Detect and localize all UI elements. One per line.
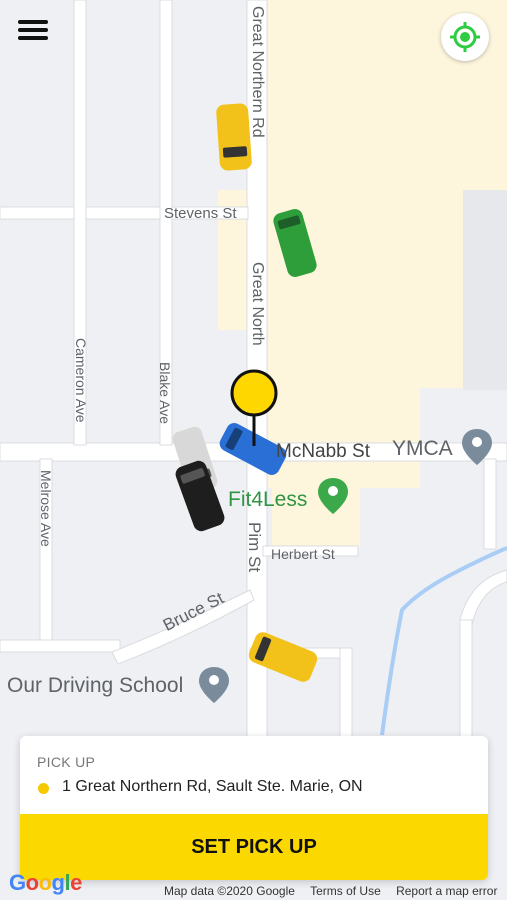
pickup-label: PICK UP	[37, 754, 96, 770]
car-yellow-1	[216, 103, 252, 171]
crosshair-icon	[450, 22, 480, 52]
street-label: Great North	[249, 262, 266, 346]
terms-link[interactable]: Terms of Use	[310, 884, 381, 898]
street-label: McNabb St	[276, 441, 370, 462]
menu-bar	[18, 28, 48, 32]
pickup-address[interactable]: 1 Great Northern Rd, Sault Ste. Marie, O…	[62, 778, 363, 796]
pickup-card: PICK UP 1 Great Northern Rd, Sault Ste. …	[20, 736, 488, 880]
street-label: Blake Ave	[157, 362, 173, 425]
street-label: Pim St	[245, 522, 264, 573]
map-block	[463, 190, 507, 390]
report-error-link[interactable]: Report a map error	[396, 884, 497, 898]
hamburger-icon[interactable]	[18, 16, 54, 46]
google-logo: Google	[9, 870, 82, 895]
street-label: Herbert St	[271, 546, 335, 562]
map-data-text: Map data ©2020 Google	[164, 884, 295, 898]
map-attribution: Map data ©2020 Google Terms of Use Repor…	[164, 884, 507, 898]
locate-me-button[interactable]	[441, 13, 489, 61]
menu-bar	[18, 36, 48, 40]
street-label: Cameron Ave	[73, 338, 89, 423]
street-label: Great Northern Rd	[249, 6, 266, 138]
street-label: Melrose Ave	[38, 470, 54, 547]
set-pickup-button[interactable]: SET PICK UP	[20, 814, 488, 880]
street-label: Stevens St	[164, 205, 237, 222]
poi-label-driving-school[interactable]: Our Driving School	[7, 674, 183, 698]
poi-label-fit4less[interactable]: Fit4Less	[228, 488, 307, 512]
poi-label-ymca[interactable]: YMCA	[392, 437, 453, 461]
pickup-dot-icon	[38, 783, 49, 794]
menu-bar	[18, 20, 48, 24]
